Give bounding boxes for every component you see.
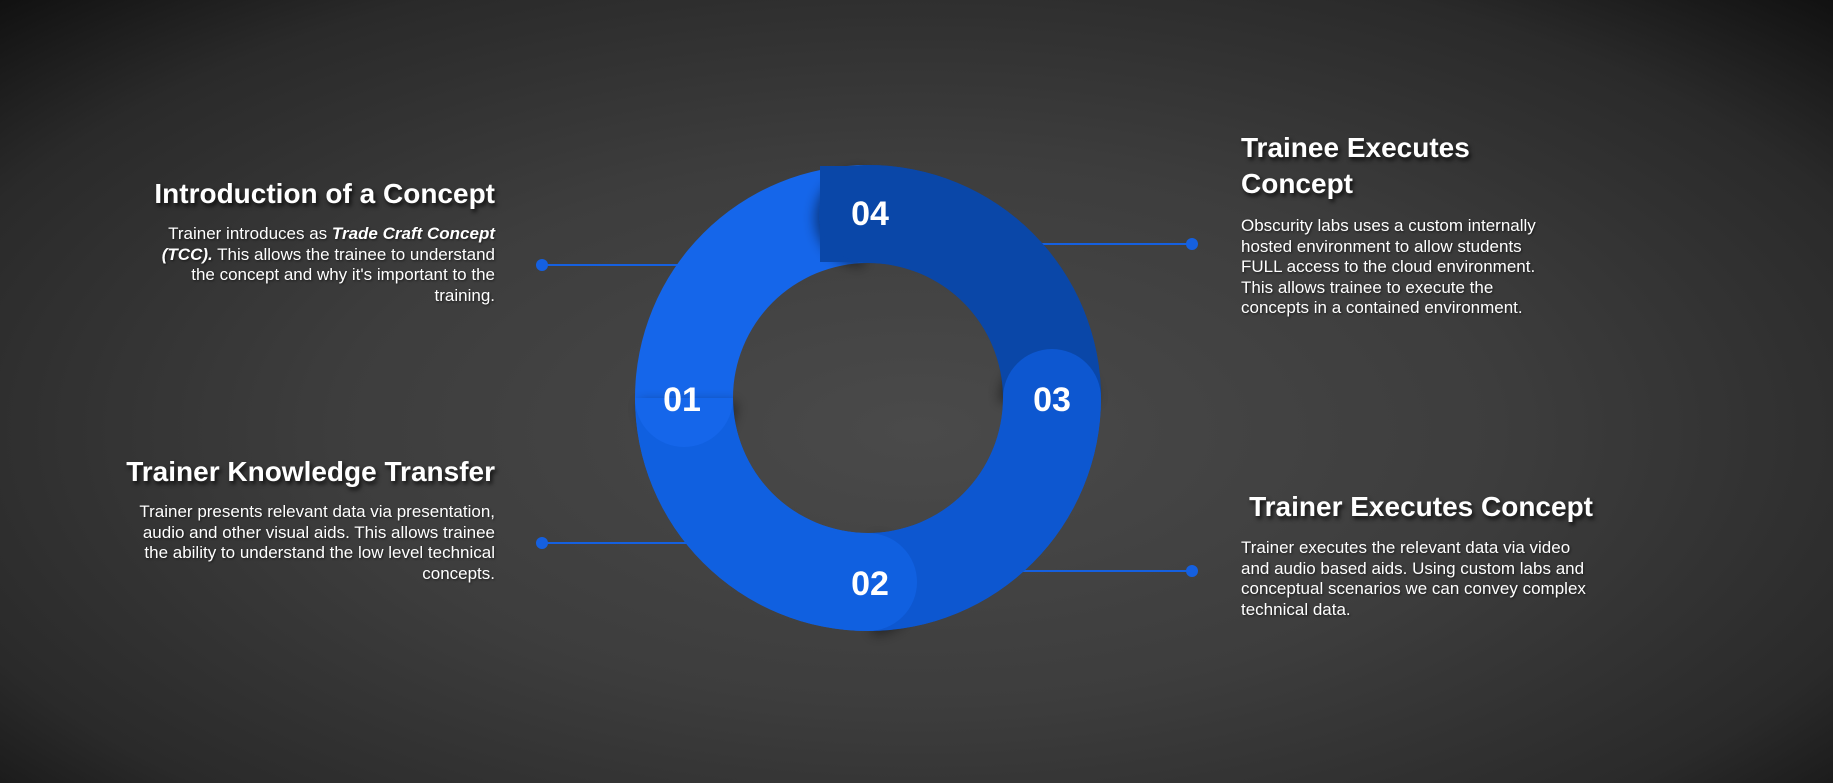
- step-number-03: 03: [1033, 381, 1071, 419]
- step-03-title: Trainer Executes Concept: [1249, 491, 1593, 522]
- step-number-04: 04: [851, 195, 889, 233]
- step-03-block: Trainer Executes Concept Trainer execute…: [1241, 489, 1593, 620]
- step-03-description: Trainer executes the relevant data via v…: [1241, 538, 1586, 619]
- connector-01: [536, 259, 680, 271]
- step-01-description: Trainer introduces as Trade Craft Concep…: [150, 224, 495, 306]
- step-04-description: Obscurity labs uses a custom internally …: [1241, 216, 1536, 317]
- step-04-block: Trainee Executes Concept Obscurity labs …: [1241, 130, 1561, 319]
- connector-03: [1018, 565, 1198, 577]
- step-04-title: Trainee Executes Concept: [1241, 132, 1470, 199]
- cycle-diagram: 01 02 03 04: [536, 165, 1198, 631]
- step-01-title: Introduction of a Concept: [154, 178, 495, 209]
- connector-02: [536, 537, 690, 549]
- step-02-block: Trainer Knowledge Transfer Trainer prese…: [125, 454, 495, 584]
- connector-04: [1040, 238, 1198, 250]
- step-01-desc-prefix: Trainer introduces as: [168, 224, 332, 243]
- step-number-02: 02: [851, 565, 889, 603]
- step-01-block: Introduction of a Concept Trainer introd…: [150, 176, 495, 306]
- step-number-01: 01: [663, 381, 701, 419]
- step-01-desc-suffix: This allows the trainee to understand th…: [191, 244, 495, 305]
- step-02-description: Trainer presents relevant data via prese…: [139, 502, 495, 583]
- step-02-title: Trainer Knowledge Transfer: [126, 456, 495, 487]
